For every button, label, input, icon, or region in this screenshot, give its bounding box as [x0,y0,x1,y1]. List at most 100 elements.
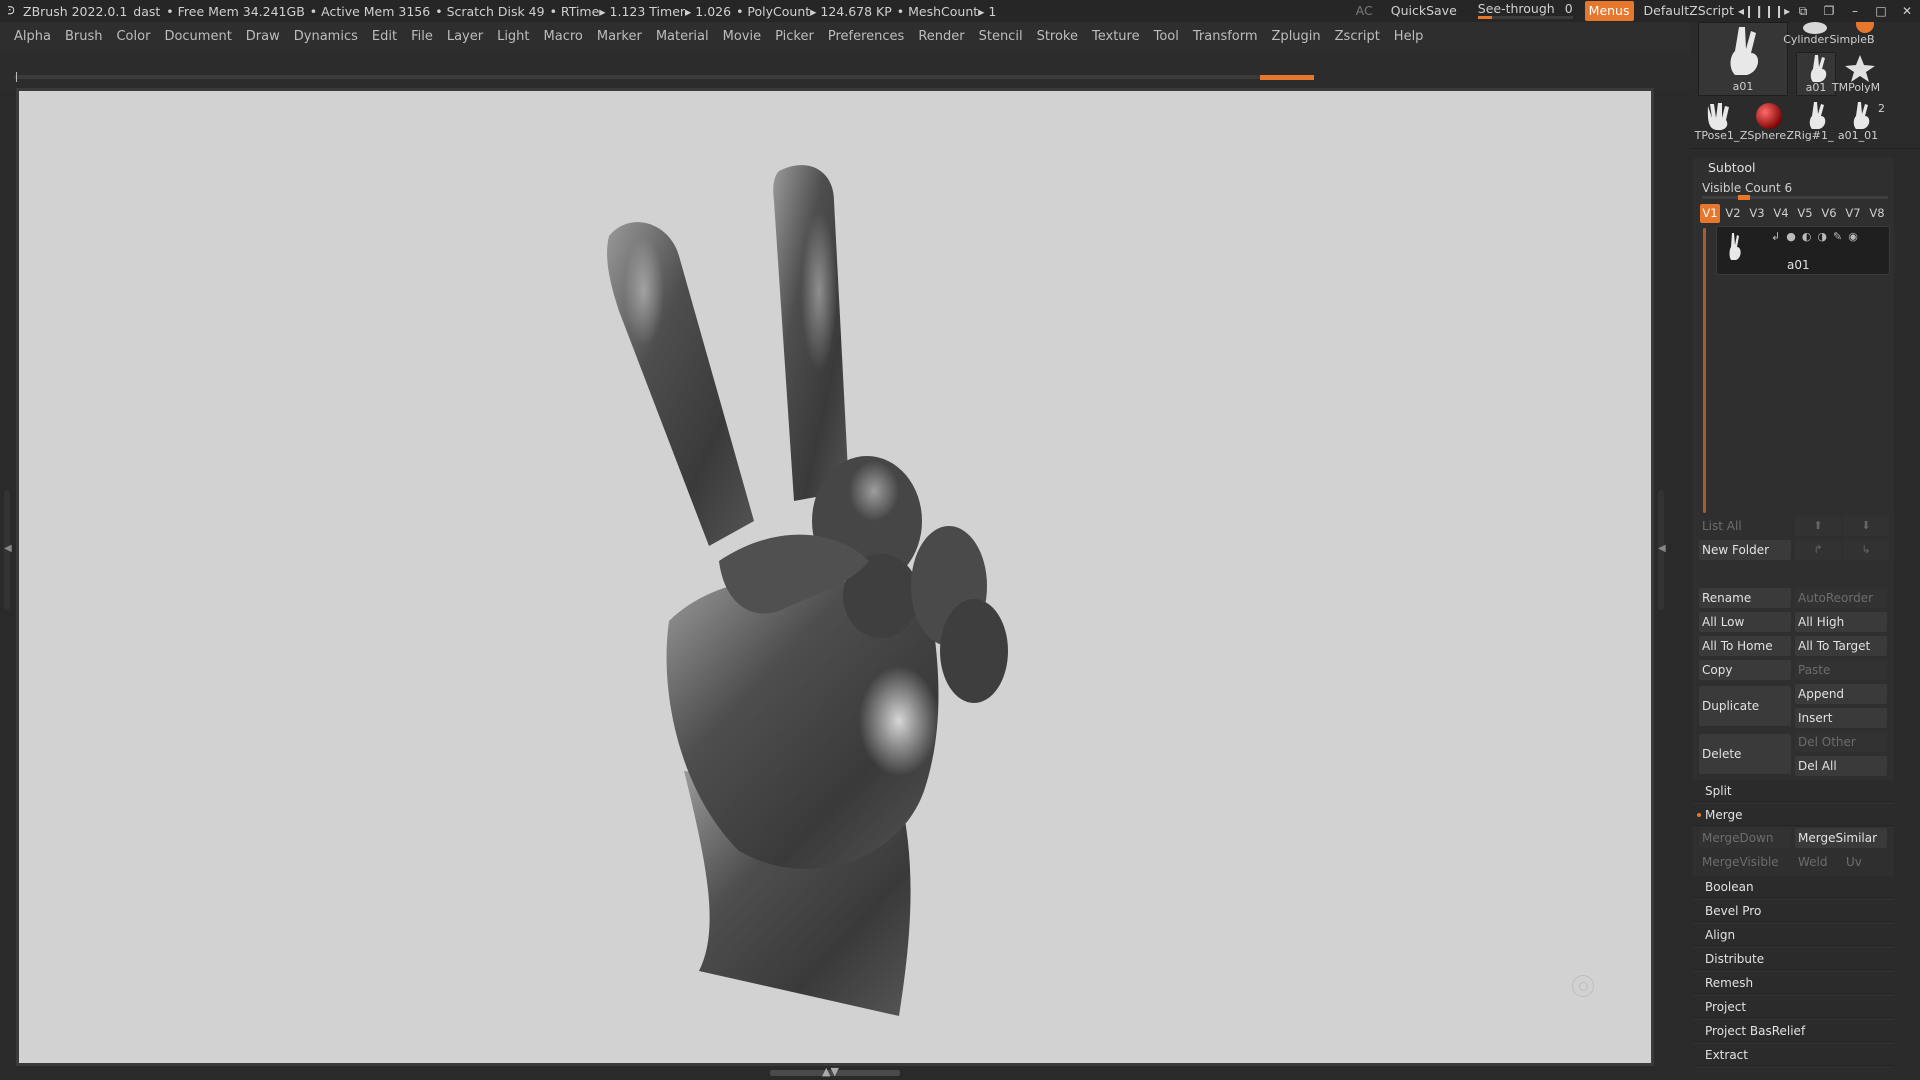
zbrush-logo-icon[interactable]: ⪾ [3,3,19,19]
insert-button[interactable]: Insert [1795,708,1887,728]
del-all-button[interactable]: Del All [1795,756,1887,776]
hand-model-icon [1729,233,1741,260]
menu-edit[interactable]: Edit [372,29,397,44]
minimize-icon[interactable]: – [1842,4,1868,18]
move-up-arrow-icon[interactable]: ⬆ [1795,516,1841,536]
move-folder-up-icon[interactable]: ↱ [1795,540,1841,560]
menu-file[interactable]: File [411,29,433,44]
see-through-slider[interactable]: See-through 0 [1466,0,1585,22]
menu-stencil[interactable]: Stencil [979,29,1023,44]
distribute-section[interactable]: Distribute [1693,948,1894,970]
hand-model-icon [1809,102,1826,129]
menu-brush[interactable]: Brush [65,29,103,44]
merge-section[interactable]: Merge [1693,804,1894,826]
project-basrelief-section[interactable]: Project BasRelief [1693,1020,1894,1042]
all-to-target-button[interactable]: All To Target [1795,636,1887,656]
copy-button[interactable]: Copy [1699,660,1791,680]
menu-movie[interactable]: Movie [723,29,761,44]
menus-toggle-button[interactable]: Menus [1584,1,1634,21]
version-button-v5[interactable]: V5 [1795,204,1815,223]
menu-color[interactable]: Color [116,29,150,44]
version-button-v4[interactable]: V4 [1771,204,1791,223]
menu-document[interactable]: Document [164,29,231,44]
mergesimilar-button[interactable]: MergeSimilar [1795,828,1887,848]
bevel-pro-section[interactable]: Bevel Pro [1693,900,1894,922]
a01-01-tool-label: a01_01 [1837,129,1879,142]
mergevisible-button[interactable]: MergeVisible [1699,852,1791,872]
version-button-v8[interactable]: V8 [1867,204,1887,223]
menu-macro[interactable]: Macro [544,29,583,44]
paste-button[interactable]: Paste [1795,660,1887,680]
move-folder-down-icon[interactable]: ↳ [1843,540,1889,560]
subtool-item[interactable]: ↲●◐◑✎◉ a01 [1716,226,1890,275]
meshcount-stat: • MeshCount▸ 1 [896,3,997,19]
autoreorder-button[interactable]: AutoReorder [1795,588,1887,608]
version-button-v7[interactable]: V7 [1843,204,1863,223]
layout-left-icon[interactable]: ◂❙❙ [1738,4,1764,18]
version-button-v2[interactable]: V2 [1723,204,1743,223]
menu-material[interactable]: Material [656,29,709,44]
left-tray-arrow-icon[interactable]: ◀ [4,543,12,554]
gizmo-icon[interactable] [1572,975,1594,997]
see-through-label: See-through [1477,1,1555,16]
layout-right-icon[interactable]: ❙❙▸ [1764,4,1790,18]
all-to-home-button[interactable]: All To Home [1699,636,1791,656]
menu-stroke[interactable]: Stroke [1037,29,1078,44]
menu-texture[interactable]: Texture [1092,29,1140,44]
default-zscript-button[interactable]: DefaultZScript [1640,0,1739,22]
menu-light[interactable]: Light [497,29,529,44]
all-low-button[interactable]: All Low [1699,612,1791,632]
new-folder-button[interactable]: New Folder [1699,540,1791,560]
split-section[interactable]: Split [1693,780,1894,802]
ac-button[interactable]: AC [1347,0,1382,22]
remesh-section[interactable]: Remesh [1693,972,1894,994]
menu-picker[interactable]: Picker [775,29,814,44]
uv-button[interactable]: Uv [1843,852,1887,872]
visible-count-track[interactable] [1702,195,1888,200]
version-button-v3[interactable]: V3 [1747,204,1767,223]
all-high-button[interactable]: All High [1795,612,1887,632]
menu-layer[interactable]: Layer [447,29,483,44]
menu-transform[interactable]: Transform [1193,29,1258,44]
menu-zplugin[interactable]: Zplugin [1272,29,1321,44]
menu-alpha[interactable]: Alpha [14,29,51,44]
menu-dynamics[interactable]: Dynamics [294,29,358,44]
del-other-button[interactable]: Del Other [1795,732,1887,752]
menu-render[interactable]: Render [918,29,964,44]
subtool-title[interactable]: Subtool [1708,160,1755,175]
menu-tool[interactable]: Tool [1154,29,1179,44]
delete-button[interactable]: Delete [1699,734,1791,774]
boolean-section[interactable]: Boolean [1693,876,1894,898]
project-label: Project [1705,1000,1747,1014]
subtool-row-icons[interactable]: ↲●◐◑✎◉ [1771,230,1864,243]
maximize-icon[interactable]: □ [1868,4,1894,18]
menu-zscript[interactable]: Zscript [1335,29,1380,44]
visible-count-slider[interactable]: Visible Count 6 [1702,181,1792,195]
quicksave-button[interactable]: QuickSave [1382,0,1466,22]
align-section[interactable]: Align [1693,924,1894,946]
subtool-list-scrollbar[interactable] [1703,228,1706,513]
project-section[interactable]: Project [1693,996,1894,1018]
rename-button[interactable]: Rename [1699,588,1791,608]
window-tile-icon[interactable]: ⧉ [1790,4,1816,19]
list-all-button[interactable]: List All [1699,516,1791,536]
menu-preferences[interactable]: Preferences [828,29,904,44]
mergedown-button[interactable]: MergeDown [1699,828,1791,848]
version-button-v6[interactable]: V6 [1819,204,1839,223]
window-cascade-icon[interactable]: ❐ [1816,4,1842,18]
timeline-marker[interactable] [1260,75,1314,80]
extract-section[interactable]: Extract [1693,1044,1894,1066]
duplicate-button[interactable]: Duplicate [1699,686,1791,726]
timeline-track[interactable] [14,75,1314,79]
move-down-arrow-icon[interactable]: ⬇ [1843,516,1889,536]
document-canvas[interactable] [19,91,1651,1063]
close-icon[interactable]: ✕ [1894,4,1920,18]
right-tray-arrow-icon[interactable]: ◀ [1658,543,1666,554]
menu-draw[interactable]: Draw [246,29,280,44]
bottom-tray-arrows-icon[interactable]: ▲▼ [822,1065,839,1078]
menu-marker[interactable]: Marker [597,29,642,44]
menu-help[interactable]: Help [1394,29,1424,44]
version-button-v1[interactable]: V1 [1700,204,1720,223]
weld-button[interactable]: Weld [1795,852,1841,872]
append-button[interactable]: Append [1795,684,1887,704]
